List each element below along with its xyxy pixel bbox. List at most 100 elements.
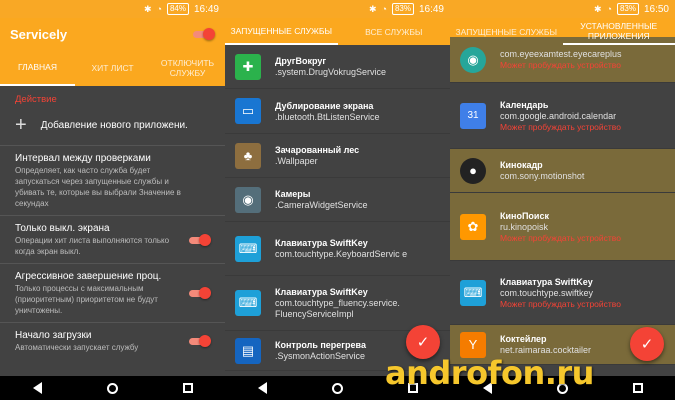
item-title: Клавиатура SwiftKey	[500, 276, 593, 287]
list-item[interactable]: 31 Календарь com.google.android.calendar Мо…	[450, 83, 675, 149]
item-package: com.eyeexamtest.eyecareplus	[500, 48, 622, 59]
boot-toggle[interactable]	[187, 335, 211, 347]
thermo-icon: ▤	[235, 337, 261, 364]
list-item[interactable]: ✿ КиноПоиск ru.kinopoisk Может пробуждать у…	[450, 193, 675, 261]
item-text: Зачарованный лес .Wallpaper	[275, 144, 359, 167]
plus-icon: ✚	[235, 53, 261, 80]
item-title: Клавиатура SwiftKey	[275, 287, 368, 297]
home-icon[interactable]	[106, 382, 118, 394]
list-item[interactable]: ◉ Камеры .CameraWidgetService	[225, 178, 450, 222]
list-item[interactable]: ▭ Дублирование экрана .bluetooth.BtListenS…	[225, 89, 450, 134]
main-tabs: ГЛАВНАЯ ХИТ ЛИСТ ОТКЛЮЧИТЬ СЛУЖБУ	[0, 50, 225, 86]
wifi-icon: ◔	[381, 4, 387, 14]
item-package: com.touchtype_fluency.service. FluencySe…	[275, 298, 400, 319]
item-text: Календарь com.google.android.calendar Може…	[500, 99, 621, 133]
app-list: ◉ com.eyeexamtest.eyecareplus Может пробуж…	[450, 37, 675, 365]
tab-hitlist[interactable]: ХИТ ЛИСТ	[75, 50, 150, 86]
battery-indicator: 84%	[166, 3, 189, 15]
item-title: Контроль перегрева	[275, 340, 366, 350]
clock: 16:49	[418, 3, 444, 15]
item-text: Дублирование экрана .bluetooth.BtListenSe…	[275, 100, 380, 123]
item-package: .system.DrugVokrugService	[275, 67, 387, 77]
recents-icon[interactable]	[632, 383, 643, 393]
confirm-fab[interactable]: ✓	[630, 327, 664, 361]
setting-title: Интервал между проверками	[15, 153, 151, 164]
wake-warning: Может пробуждать устройство	[500, 59, 621, 70]
item-title: Коктейлер	[500, 334, 547, 344]
item-package: .Wallpaper	[275, 156, 318, 166]
home-icon[interactable]	[331, 382, 343, 394]
eye-icon: ◉	[460, 46, 486, 73]
setting-desc: Только процессы с максимальным (приорите…	[15, 284, 158, 315]
bluetooth-icon: ✱	[593, 3, 602, 14]
item-text: ДругВокруг .system.DrugVokrugService	[275, 55, 386, 78]
status-bar: ✱ ◔ 83% 16:50	[450, 0, 675, 18]
site-watermark: androfon.ru	[385, 354, 594, 392]
wake-warning: Может пробуждать устройство	[500, 121, 621, 132]
setting-desc: Автоматически запускает службу	[15, 343, 139, 352]
tab-running-services[interactable]: ЗАПУЩЕННЫЕ СЛУЖБЫ	[450, 18, 563, 45]
setting-boot[interactable]: Начало загрузки Автоматически запускает …	[0, 323, 225, 359]
setting-desc: Операции хит листа выполняются только ко…	[15, 236, 170, 256]
screen-installed-apps: ✱ ◔ 83% 16:50 ЗАПУЩЕННЫЕ СЛУЖБЫ УСТАНОВЛ…	[450, 0, 675, 400]
screen-off-toggle[interactable]	[187, 233, 211, 246]
tab-installed-apps[interactable]: УСТАНОВЛЕННЫЕ ПРИЛОЖЕНИЯ	[562, 18, 675, 45]
item-package: com.google.android.calendar	[500, 110, 617, 121]
setting-desc: Определяет, как часто служба будет запус…	[15, 166, 181, 208]
app-tabs: ЗАПУЩЕННЫЕ СЛУЖБЫ УСТАНОВЛЕННЫЕ ПРИЛОЖЕН…	[450, 18, 675, 45]
item-title: Календарь	[500, 99, 549, 110]
list-item[interactable]: ⌨ Клавиатура SwiftKey com.touchtype.Keyboa…	[225, 222, 450, 276]
wake-warning: Может пробуждать устройство	[500, 298, 621, 309]
item-text: КиноПоиск ru.kinopoisk Может пробуждать ус…	[500, 210, 621, 244]
add-app-row[interactable]: + Добавление нового приложени.	[0, 109, 225, 146]
item-package: com.sony.motionshot	[500, 171, 585, 181]
tab-disable-service[interactable]: ОТКЛЮЧИТЬ СЛУЖБУ	[150, 50, 225, 86]
reel-icon: ✿	[460, 213, 486, 240]
status-bar: ✱ ◔ 84% 16:49	[0, 0, 225, 18]
setting-screen-off[interactable]: Только выкл. экрана Операции хит листа в…	[0, 216, 225, 264]
list-item[interactable]: ⌨ Клавиатура SwiftKey com.touchtype.swiftk…	[450, 261, 675, 325]
setting-title: Только выкл. экрана	[15, 223, 110, 234]
item-text: Коктейлер net.raimaraa.cocktailer	[500, 333, 591, 356]
back-icon[interactable]	[257, 382, 267, 394]
app-title: Servicely	[10, 26, 68, 42]
item-text: Кинокадр com.sony.motionshot	[500, 159, 584, 182]
battery-indicator: 83%	[616, 3, 639, 15]
item-text: Клавиатура SwiftKey com.touchtype.swiftke…	[500, 276, 621, 310]
back-icon[interactable]	[32, 382, 42, 394]
item-title: ДругВокруг	[275, 56, 327, 66]
list-item[interactable]: ✚ ДругВокруг .system.DrugVokrugService	[225, 45, 450, 89]
list-item[interactable]: ⌨ Клавиатура SwiftKey com.touchtype_fluenc…	[225, 276, 450, 331]
item-package: .SysmonActionService	[275, 351, 366, 361]
clock: 16:50	[643, 3, 669, 15]
setting-aggressive[interactable]: Агрессивное завершение проц. Только проц…	[0, 264, 225, 323]
wifi-icon: ◔	[606, 4, 612, 14]
setting-title: Агрессивное завершение проц.	[15, 271, 162, 282]
item-title: Камеры	[275, 189, 311, 199]
nav-bar	[0, 376, 225, 400]
recents-icon[interactable]	[182, 383, 193, 393]
battery-indicator: 83%	[391, 3, 414, 15]
add-app-label: Добавление нового приложени.	[40, 119, 188, 131]
item-package: .CameraWidgetService	[275, 200, 368, 210]
forest-icon: ♣	[235, 142, 261, 169]
setting-title: Начало загрузки	[15, 330, 92, 341]
service-tabs: ЗАПУЩЕННЫЕ СЛУЖБЫ ВСЕ СЛУЖБЫ	[225, 18, 450, 45]
aggressive-toggle[interactable]	[187, 287, 211, 299]
screen-running-services: ✱ ◔ 83% 16:49 ЗАПУЩЕННЫЕ СЛУЖБЫ ВСЕ СЛУЖ…	[225, 0, 450, 400]
list-item[interactable]: ♣ Зачарованный лес .Wallpaper	[225, 134, 450, 178]
tab-main[interactable]: ГЛАВНАЯ	[0, 50, 75, 86]
tab-running-services[interactable]: ЗАПУЩЕННЫЕ СЛУЖБЫ	[225, 18, 338, 45]
item-title: Клавиатура SwiftKey	[275, 238, 368, 248]
wifi-icon: ◔	[156, 4, 162, 14]
bluetooth-icon: ✱	[368, 3, 377, 14]
master-toggle[interactable]	[191, 28, 215, 40]
tab-all-services[interactable]: ВСЕ СЛУЖБЫ	[338, 18, 451, 45]
check-icon: ✓	[640, 336, 654, 353]
camera-icon: ◉	[235, 186, 261, 213]
item-package: .bluetooth.BtListenService	[275, 111, 380, 122]
setting-interval[interactable]: Интервал между проверками Определяет, ка…	[0, 146, 225, 216]
film-icon: ●	[460, 157, 486, 184]
list-item[interactable]: ● Кинокадр com.sony.motionshot	[450, 149, 675, 193]
item-text: Клавиатура SwiftKey com.touchtype_fluency…	[275, 286, 440, 320]
